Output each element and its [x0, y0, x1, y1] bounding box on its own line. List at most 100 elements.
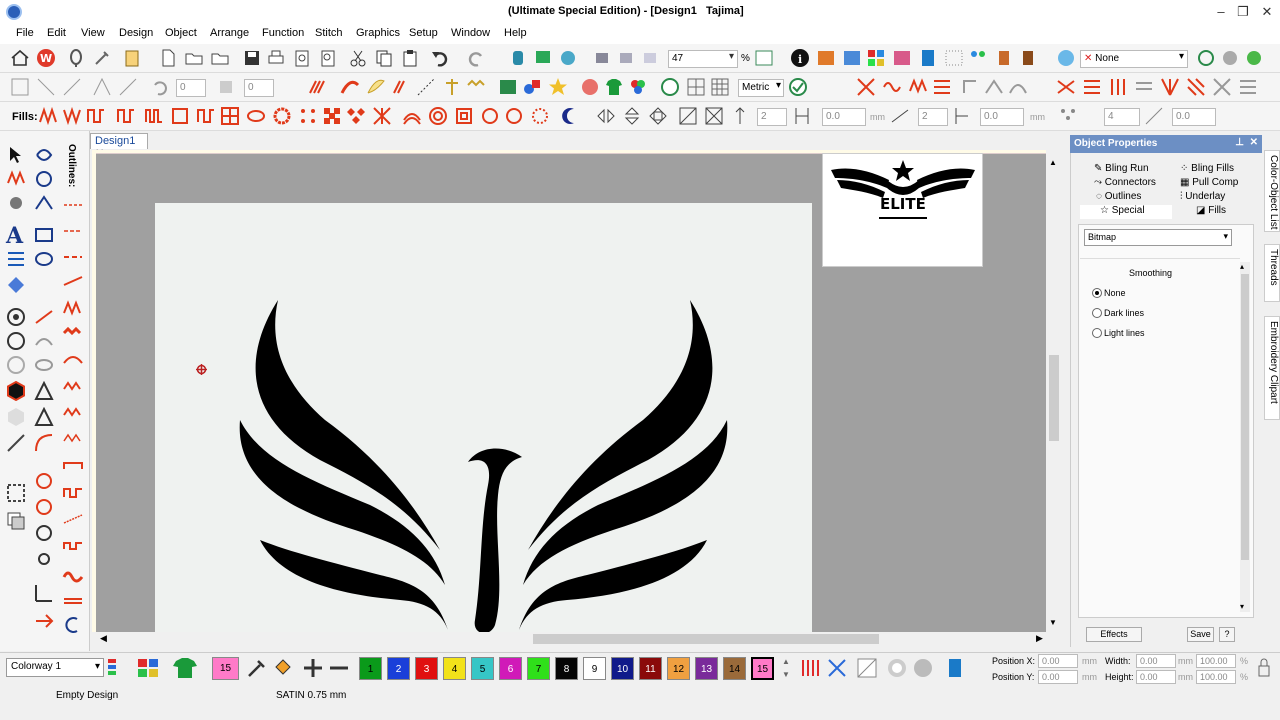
wings-artwork[interactable] [230, 290, 740, 635]
scatter-count-input[interactable]: 4 [1104, 108, 1140, 126]
home-icon[interactable] [10, 48, 30, 68]
print-icon[interactable] [266, 48, 286, 68]
badge-icon[interactable] [660, 77, 680, 97]
fill-cross-icon[interactable] [372, 106, 392, 126]
fill-grid-icon[interactable] [220, 106, 240, 126]
overlap-squares-icon[interactable] [6, 511, 26, 531]
cut-vertical-icon[interactable] [730, 106, 750, 126]
tab-threads[interactable]: Threads [1264, 244, 1280, 302]
vertical-scrollbar[interactable]: ▲ ▼ [1046, 150, 1062, 632]
special-type-select[interactable]: Bitmap ▾ [1084, 229, 1232, 246]
line-node-icon[interactable] [34, 307, 54, 327]
palette-scroll-up-icon[interactable]: ▲ [782, 657, 790, 666]
position-x-input[interactable]: 0.00 [1038, 654, 1078, 668]
fill-ring-icon[interactable] [170, 106, 190, 126]
hexagon-gray-icon[interactable] [6, 407, 26, 427]
copy-icon[interactable] [374, 48, 394, 68]
arrows-vertical-icon[interactable] [622, 106, 642, 126]
fill-oval-icon[interactable] [246, 106, 266, 126]
monogram-icon[interactable] [6, 249, 26, 269]
scroll-right-icon[interactable]: ▶ [1036, 633, 1043, 644]
menu-stitch[interactable]: Stitch [315, 27, 343, 39]
color-palette-icon[interactable] [1056, 48, 1076, 68]
ellipse-icon[interactable] [34, 249, 54, 269]
triangle-node-icon[interactable] [34, 407, 54, 427]
rotate-angle-input[interactable]: 0 [176, 79, 206, 97]
fill-gear-icon[interactable] [272, 106, 292, 126]
wreath-icon[interactable] [34, 471, 54, 491]
new-file-icon[interactable] [158, 48, 178, 68]
hoop-icon[interactable] [66, 48, 86, 68]
diamond-shape-icon[interactable] [6, 275, 26, 295]
spacing-input[interactable]: 0.0 [822, 108, 866, 126]
undo-icon[interactable] [430, 48, 450, 68]
path-icon[interactable] [34, 193, 54, 213]
pattern-wave-icon[interactable] [882, 77, 902, 97]
satin-curve-icon[interactable] [340, 77, 360, 97]
distribute-icon[interactable] [62, 77, 82, 97]
panel-scroll-up-icon[interactable]: ▴ [1240, 262, 1244, 271]
height-input[interactable]: 0.00 [1136, 670, 1176, 684]
fill-pattern-icon[interactable] [116, 106, 136, 126]
color-swatch-9[interactable]: 9 [583, 657, 606, 680]
tab-color-object-list[interactable]: Color-Object List [1264, 150, 1280, 232]
spool-color-icon[interactable] [944, 657, 966, 679]
sun-icon[interactable] [34, 549, 54, 569]
compass-icon[interactable] [34, 523, 54, 543]
color-swatch-8[interactable]: 8 [555, 657, 578, 680]
menu-file[interactable]: File [16, 27, 34, 39]
tab-embroidery-clipart[interactable]: Embroidery Clipart [1264, 316, 1280, 420]
tab-outlines[interactable]: ◌ Outlines [1096, 191, 1141, 205]
arc-node-icon[interactable] [34, 433, 54, 453]
crescent-icon[interactable] [560, 106, 580, 126]
angle-icon[interactable] [890, 106, 910, 126]
add-color-icon[interactable] [302, 657, 324, 679]
arrow-tool-icon[interactable] [34, 611, 54, 631]
color-swatch-13[interactable]: 13 [695, 657, 718, 680]
frame-icon[interactable] [6, 483, 26, 503]
pattern-red1-icon[interactable] [1056, 77, 1076, 97]
menu-window[interactable]: Window [451, 27, 490, 39]
fill-arcs-icon[interactable] [402, 106, 422, 126]
select-arrow-icon[interactable] [6, 145, 26, 165]
picture-icon[interactable] [498, 77, 518, 97]
spool-icon[interactable] [918, 48, 938, 68]
fill-spiral-icon[interactable] [428, 106, 448, 126]
pattern-red2-icon[interactable] [1082, 77, 1102, 97]
color-swatch-3[interactable]: 3 [415, 657, 438, 680]
info-icon[interactable]: i [790, 48, 810, 68]
smoothing-none-radio[interactable] [1092, 288, 1102, 298]
satin-select-icon[interactable] [6, 169, 26, 189]
travel-icon[interactable] [508, 48, 528, 68]
height-percent-input[interactable]: 100.00 [1196, 670, 1236, 684]
tab-pull-comp[interactable]: ▦ Pull Comp [1180, 177, 1238, 191]
satin-leaf-icon[interactable] [366, 77, 386, 97]
outline-stitch-icons[interactable] [62, 195, 84, 625]
scatter-size-icon[interactable] [1144, 106, 1164, 126]
circle-arrow-icon[interactable] [34, 497, 54, 517]
pattern-weave-icon[interactable] [1186, 77, 1206, 97]
skew-angle-input[interactable]: 0 [244, 79, 274, 97]
fill-step-icon[interactable] [86, 106, 106, 126]
panel-scrollbar[interactable]: ▴ ▾ [1240, 262, 1250, 612]
hexagon-red-icon[interactable] [6, 381, 26, 401]
pattern-stack-icon[interactable] [1238, 77, 1258, 97]
fill-wave-icon[interactable] [144, 106, 164, 126]
zigzag-icon[interactable] [466, 77, 486, 97]
skew-icon[interactable] [216, 77, 236, 97]
fill-diamond-icon[interactable] [346, 106, 366, 126]
open-design-icon[interactable] [210, 48, 230, 68]
offset-input[interactable]: 0.0 [980, 108, 1024, 126]
tab-design1[interactable]: Design1 ✕ [90, 133, 148, 160]
tab-fills[interactable]: ◪ Fills [1196, 205, 1226, 219]
satin-hatched-icon[interactable] [392, 77, 412, 97]
pattern-zig-icon[interactable] [908, 77, 928, 97]
tab-bling-fills[interactable]: ⁘ Bling Fills [1180, 163, 1234, 177]
circle-gray-icon[interactable] [6, 355, 26, 375]
pattern-hook-icon[interactable] [960, 77, 980, 97]
color-swatch-15[interactable]: 15 [751, 657, 774, 680]
menu-arrange[interactable]: Arrange [210, 27, 249, 39]
paste-icon[interactable] [400, 48, 420, 68]
colorway-select[interactable]: Colorway 1 ▾ [6, 658, 104, 677]
zoom-fit-icon[interactable] [754, 48, 774, 68]
